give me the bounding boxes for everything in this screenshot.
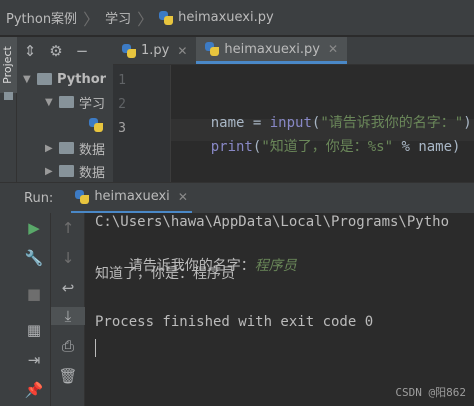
print-icon[interactable]: ⎙ — [51, 337, 85, 355]
breadcrumb-separator-icon: 〉 — [137, 9, 154, 29]
tab-1-py[interactable]: 1.py ✕ — [113, 37, 196, 64]
layout-icon[interactable]: ▦ — [17, 321, 51, 339]
project-tool-tab-label: Project — [1, 46, 14, 84]
tab-heimaxuexi-py-label: heimaxuexi.py — [224, 41, 320, 57]
run-tab-heimaxuexi[interactable]: heimaxuexi ✕ — [71, 183, 192, 214]
project-tool-header: ⇕ ⚙ − — [17, 37, 113, 65]
down-arrow-icon[interactable]: ↓ — [51, 249, 85, 267]
editor-tab-bar: 1.py ✕ heimaxuexi.py ✕ — [113, 37, 474, 65]
folder-icon — [59, 142, 74, 154]
run-tool-header: Run: heimaxuexi ✕ — [0, 182, 474, 214]
trash-icon[interactable]: 🗑 — [51, 367, 85, 385]
tree-item-data-a[interactable]: ▶ 数据 — [45, 137, 105, 159]
breadcrumb-folder[interactable]: 学习 — [105, 8, 131, 27]
run-console[interactable]: C:\Users\hawa\AppData\Local\Programs\Pyt… — [85, 213, 474, 406]
close-icon[interactable]: ✕ — [178, 190, 188, 204]
run-label: Run: — [24, 190, 54, 206]
tab-1-py-label: 1.py — [141, 43, 170, 58]
line-number: 1 — [118, 73, 126, 88]
line-number: 3 — [118, 121, 126, 136]
close-icon[interactable]: ✕ — [328, 42, 338, 56]
chevron-down-icon[interactable]: ▼ — [23, 74, 37, 85]
breadcrumb-file-label: heimaxuexi.py — [178, 10, 274, 25]
code-editor[interactable]: name = input("请告诉我你的名字：") print("知道了，你是：… — [171, 65, 474, 182]
line-number: 2 — [118, 97, 126, 112]
console-exit-line: Process finished with exit code 0 — [95, 314, 374, 330]
breadcrumb: Python案例 〉 学习 〉 heimaxuexi.py — [0, 0, 474, 36]
console-user-input: 程序员 — [254, 258, 297, 274]
tree-item-root[interactable]: ▼ Pythor — [23, 68, 106, 90]
folder-icon — [59, 165, 74, 177]
tree-item-folder[interactable]: ▼ 学习 — [45, 91, 105, 113]
run-toolbar-secondary: ↑ ↓ ↩ ⤓ ⎙ 🗑 — [51, 213, 85, 406]
breadcrumb-folder-label: 学习 — [105, 12, 132, 27]
project-tree: ▼ Pythor ▼ 学习 ▶ 数据 ▶ 数据 — [17, 65, 113, 182]
soft-wrap-icon[interactable]: ↩ — [51, 279, 85, 297]
console-caret — [95, 339, 96, 357]
chevron-right-icon[interactable]: ▶ — [45, 166, 59, 177]
python-file-icon — [75, 189, 90, 204]
chevron-down-icon[interactable]: ▼ — [45, 97, 59, 108]
chevron-right-icon[interactable]: ▶ — [45, 143, 59, 154]
run-tab-label: heimaxuexi — [94, 189, 170, 204]
up-arrow-icon[interactable]: ↑ — [51, 219, 85, 237]
python-file-icon — [89, 118, 103, 132]
editor-gutter: 1 2 3 — [113, 65, 171, 182]
code-token: % — [393, 139, 419, 155]
collapse-all-icon[interactable]: ⇕ — [17, 42, 43, 60]
console-output-line: 知道了，你是：程序员 — [95, 266, 235, 282]
pin-icon[interactable]: 📌 — [17, 381, 51, 399]
tab-heimaxuexi-py[interactable]: heimaxuexi.py ✕ — [196, 37, 348, 64]
tree-item-folder-label: 学习 — [79, 96, 106, 112]
folder-icon — [37, 73, 52, 85]
code-token: print — [210, 139, 253, 155]
breadcrumb-project[interactable]: Python案例 — [6, 8, 77, 27]
code-line-3: print("知道了，你是：%s" % name) — [177, 120, 461, 172]
breadcrumb-project-label: Python案例 — [6, 12, 78, 27]
run-left-strip — [0, 213, 17, 406]
python-file-icon — [205, 42, 220, 56]
exit-icon[interactable]: ⇥ — [17, 351, 51, 369]
breadcrumb-file[interactable]: heimaxuexi.py — [159, 10, 274, 25]
tree-item-data-b-label: 数据 — [79, 165, 106, 181]
tree-item-data-b[interactable]: ▶ 数据 — [45, 160, 105, 182]
code-token: ) — [463, 115, 472, 131]
folder-icon — [59, 96, 74, 108]
python-file-icon — [159, 10, 174, 25]
folder-icon — [4, 92, 13, 100]
code-token: ) — [452, 139, 461, 155]
rerun-icon[interactable]: ▶ — [17, 219, 51, 237]
close-icon[interactable]: ✕ — [177, 44, 187, 58]
run-toolbar-primary: ▶ 🔧 ■ ▦ ⇥ 📌 — [17, 213, 51, 406]
wrench-icon[interactable]: 🔧 — [17, 249, 51, 267]
gear-icon[interactable]: ⚙ — [43, 42, 69, 60]
python-file-icon — [122, 43, 136, 58]
tree-item-file[interactable] — [89, 114, 108, 136]
code-token: name — [418, 139, 453, 155]
tree-item-root-label: Pythor — [57, 71, 107, 87]
stop-icon[interactable]: ■ — [17, 285, 51, 303]
hide-icon[interactable]: − — [69, 42, 95, 60]
scroll-to-end-icon[interactable]: ⤓ — [51, 307, 85, 325]
tree-item-data-a-label: 数据 — [79, 142, 106, 158]
breadcrumb-separator-icon: 〉 — [83, 9, 100, 29]
console-path-line: C:\Users\hawa\AppData\Local\Programs\Pyt… — [95, 214, 450, 230]
watermark: CSDN @阳862 — [395, 386, 466, 399]
code-token: "知道了，你是：%s" — [261, 139, 394, 155]
